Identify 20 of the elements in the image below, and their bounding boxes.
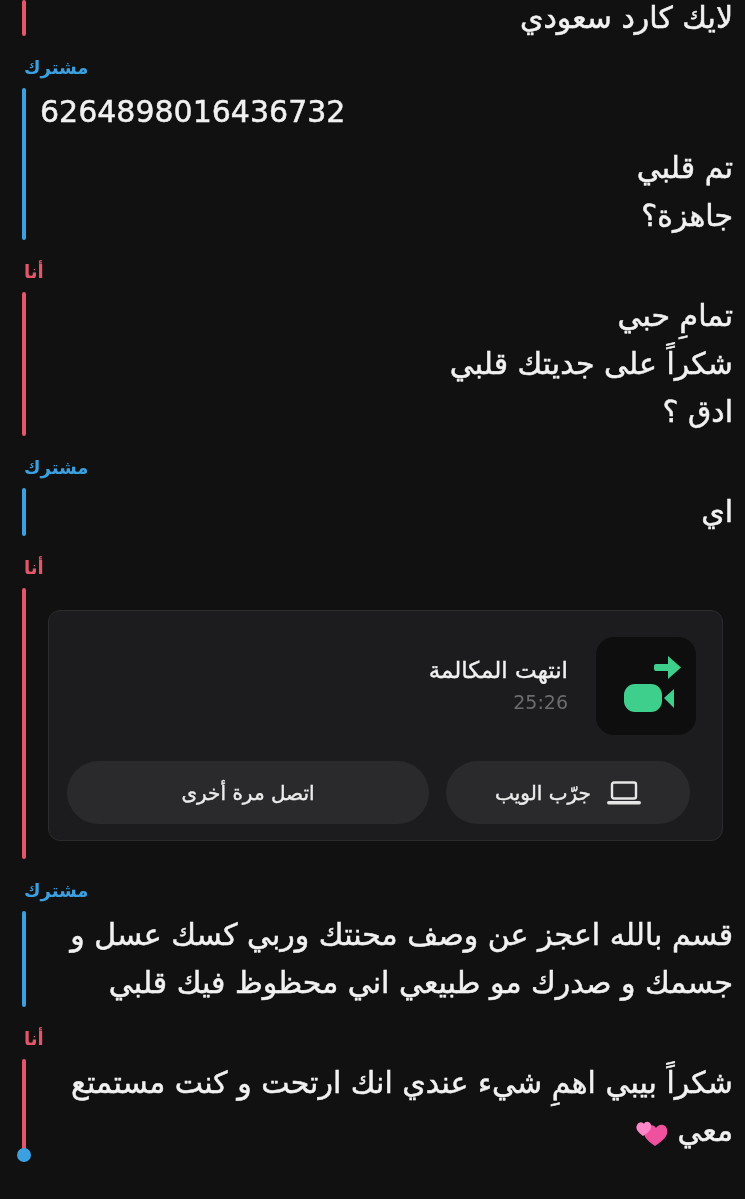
web-button[interactable]: جرّب الويب (446, 761, 690, 824)
sender-name: أنا (24, 556, 44, 580)
sender-name: مشترك (24, 879, 89, 903)
call-duration: 25:26 (513, 690, 568, 715)
message-text: 6264898016436732 (40, 93, 346, 131)
dot-icon (17, 1148, 31, 1162)
message-text: قسم بالله اعجز عن وصف محنتك وربي كسك عسل و جسمك و صدرك مو طبيعي اني محظوظ فيك قلبي (70, 916, 733, 1003)
call-again-button[interactable]: اتصل مرة أخرى (67, 761, 429, 824)
sender-name: أنا (24, 260, 44, 284)
sender-name: مشترك (24, 56, 89, 80)
sender-name: أنا (24, 1027, 44, 1051)
message-text: اي (701, 493, 733, 531)
message-text: لايك كارد سعودي (519, 0, 733, 37)
video-camera-icon (596, 637, 696, 735)
message-text: تم قلبي جاهزة؟ (636, 149, 733, 235)
sender-name: مشترك (24, 456, 89, 480)
message-text: شكراً بيبي اهمِ شيء عندي انك ارتحت و كنت مستمتع معي (71, 1059, 733, 1154)
call-title: انتهت المكالمة (428, 656, 568, 686)
message-text: تمامِ حبي شكراً على جديتك قلبي ادق ؟ (449, 297, 733, 431)
laptop-icon (606, 780, 641, 805)
